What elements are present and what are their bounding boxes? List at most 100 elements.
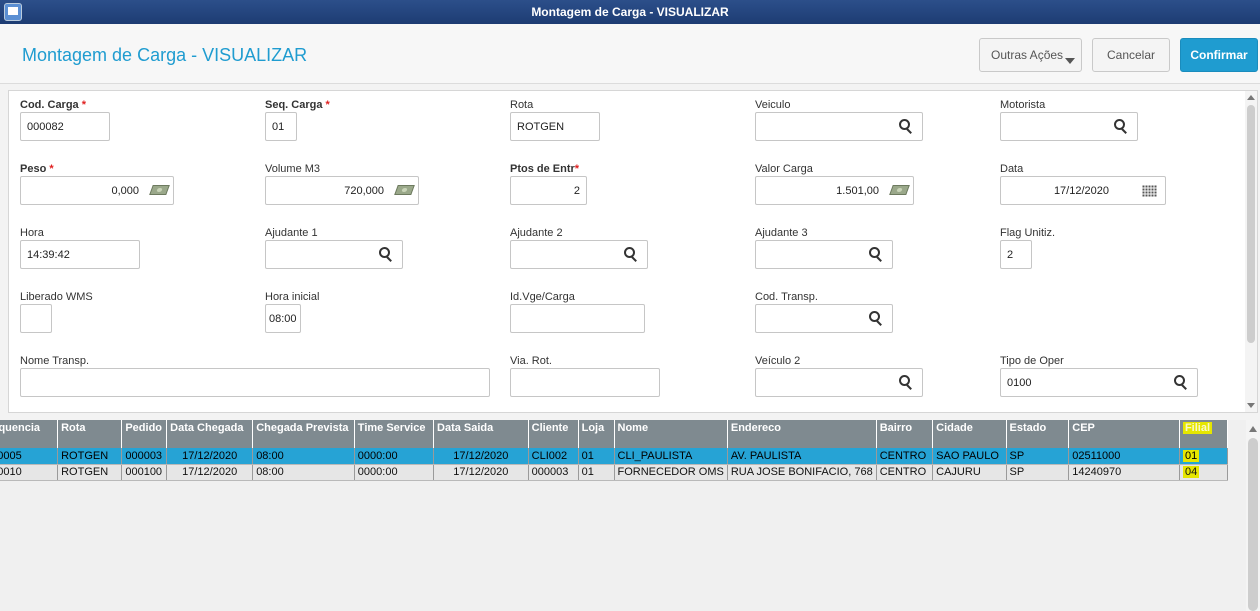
table-cell: AV. PAULISTA <box>727 448 877 465</box>
table-cell: CENTRO <box>876 464 934 481</box>
cod-carga-input[interactable]: 000082 <box>20 112 110 141</box>
page-header: Montagem de Carga - VISUALIZAR Outras Aç… <box>0 24 1260 84</box>
column-header[interactable]: Time Service <box>354 420 435 448</box>
ajudante2-input[interactable] <box>510 240 648 269</box>
veiculo2-input[interactable] <box>755 368 923 397</box>
veiculo-label: Veiculo <box>755 99 791 111</box>
table-cell: 02511000 <box>1068 448 1180 465</box>
table-cell: 17/12/2020 <box>433 464 529 481</box>
seq-carga-input[interactable]: 01 <box>265 112 297 141</box>
column-header[interactable]: Sequencia <box>0 420 59 448</box>
column-header[interactable]: Rota <box>57 420 123 448</box>
table-cell: FORNECEDOR OMS <box>614 464 728 481</box>
table-cell: 08:00 <box>252 464 355 481</box>
volume-input[interactable]: 720,000 <box>265 176 419 205</box>
column-header[interactable]: Cliente <box>528 420 579 448</box>
search-icon[interactable] <box>899 375 913 389</box>
data-label: Data <box>1000 163 1024 175</box>
flag-label: Flag Unitiz. <box>1000 227 1056 239</box>
column-header[interactable]: Bairro <box>876 420 934 448</box>
ptos-label: Ptos de Entr <box>510 163 575 175</box>
hora-input[interactable]: 14:39:42 <box>20 240 140 269</box>
peso-label: Peso <box>20 163 47 175</box>
liberado-input[interactable] <box>20 304 52 333</box>
scroll-up-arrow[interactable] <box>1247 95 1255 100</box>
ajudante3-label: Ajudante 3 <box>755 227 808 239</box>
motorista-label: Motorista <box>1000 99 1046 111</box>
required-marker: * <box>325 99 330 111</box>
table-cell: 0000:00 <box>354 448 435 465</box>
valor-input[interactable]: 1.501,00 <box>755 176 914 205</box>
search-icon[interactable] <box>1114 119 1128 133</box>
grid-scrollbar[interactable] <box>1246 420 1260 611</box>
form-scrollbar[interactable] <box>1245 91 1257 412</box>
calendar-icon[interactable] <box>1142 185 1157 197</box>
table-cell: 17/12/2020 <box>166 448 254 465</box>
table-cell: 0000:00 <box>354 464 435 481</box>
required-marker: * <box>574 163 580 175</box>
rota-input[interactable]: ROTGEN <box>510 112 600 141</box>
filial-header-label: Filial <box>1182 422 1213 434</box>
scroll-down-arrow[interactable] <box>1247 403 1255 408</box>
peso-input[interactable]: 0,000 <box>20 176 174 205</box>
ajudante1-input[interactable] <box>265 240 403 269</box>
column-header[interactable]: Cidade <box>932 420 1007 448</box>
idvge-input[interactable] <box>510 304 645 333</box>
money-icon <box>889 185 910 195</box>
search-icon[interactable] <box>624 247 638 261</box>
column-header[interactable]: Pedido <box>121 420 168 448</box>
search-icon[interactable] <box>869 311 883 325</box>
data-value: 17/12/2020 <box>1053 184 1109 197</box>
table-cell: 000100 <box>121 464 168 481</box>
ptos-input[interactable]: 2 <box>510 176 587 205</box>
liberado-label: Liberado WMS <box>20 291 93 303</box>
column-header[interactable]: Data Chegada <box>166 420 254 448</box>
scroll-thumb[interactable] <box>1247 105 1255 343</box>
table-row[interactable]: 000010 ROTGEN 000100 17/12/2020 08:00 00… <box>0 464 1229 481</box>
veiculo2-label: Veículo 2 <box>755 355 801 367</box>
seq-carga-label: Seq. Carga <box>265 99 323 111</box>
filial-value: 01 <box>1182 449 1200 462</box>
column-header[interactable]: Endereco <box>727 420 877 448</box>
search-icon[interactable] <box>899 119 913 133</box>
table-cell: 01 <box>578 448 615 465</box>
column-header[interactable]: Chegada Prevista <box>252 420 355 448</box>
motorista-input[interactable] <box>1000 112 1138 141</box>
table-cell: SP <box>1006 464 1070 481</box>
outras-acoes-button[interactable]: Outras Ações <box>979 38 1082 72</box>
search-icon[interactable] <box>869 247 883 261</box>
tipo-oper-input[interactable]: 0100 <box>1000 368 1198 397</box>
nome-transp-input[interactable] <box>20 368 490 397</box>
ajudante2-label: Ajudante 2 <box>510 227 563 239</box>
confirm-button[interactable]: Confirmar <box>1180 38 1258 72</box>
money-icon <box>149 185 170 195</box>
orders-grid: Sequencia Rota Pedido Data Chegada Chega… <box>0 420 1246 611</box>
table-row[interactable]: 000005 ROTGEN 000003 17/12/2020 08:00 00… <box>0 448 1229 465</box>
required-marker: * <box>81 99 87 111</box>
scroll-up-arrow[interactable] <box>1249 426 1257 432</box>
ajudante3-input[interactable] <box>755 240 893 269</box>
search-icon[interactable] <box>379 247 393 261</box>
cod-transp-input[interactable] <box>755 304 893 333</box>
cancel-button[interactable]: Cancelar <box>1092 38 1170 72</box>
column-header-filial[interactable]: Filial <box>1179 420 1229 448</box>
veiculo-input[interactable] <box>755 112 923 141</box>
flag-input[interactable]: 2 <box>1000 240 1032 269</box>
data-input[interactable]: 17/12/2020 <box>1000 176 1166 205</box>
column-header[interactable]: Loja <box>578 420 615 448</box>
volume-value: 720,000 <box>344 184 384 197</box>
hora-inicial-input[interactable]: 08:00 <box>265 304 301 333</box>
scroll-thumb[interactable] <box>1248 438 1258 611</box>
via-rot-input[interactable] <box>510 368 660 397</box>
chevron-down-icon <box>1065 58 1075 64</box>
column-header[interactable]: Nome <box>614 420 728 448</box>
column-header[interactable]: Estado <box>1006 420 1070 448</box>
valor-label: Valor Carga <box>755 163 813 175</box>
table-cell: 000010 <box>0 464 59 481</box>
table-cell: 000005 <box>0 448 59 465</box>
idvge-label: Id.Vge/Carga <box>510 291 575 303</box>
table-cell: 17/12/2020 <box>433 448 529 465</box>
column-header[interactable]: CEP <box>1068 420 1180 448</box>
search-icon[interactable] <box>1174 375 1188 389</box>
column-header[interactable]: Data Saida <box>433 420 529 448</box>
